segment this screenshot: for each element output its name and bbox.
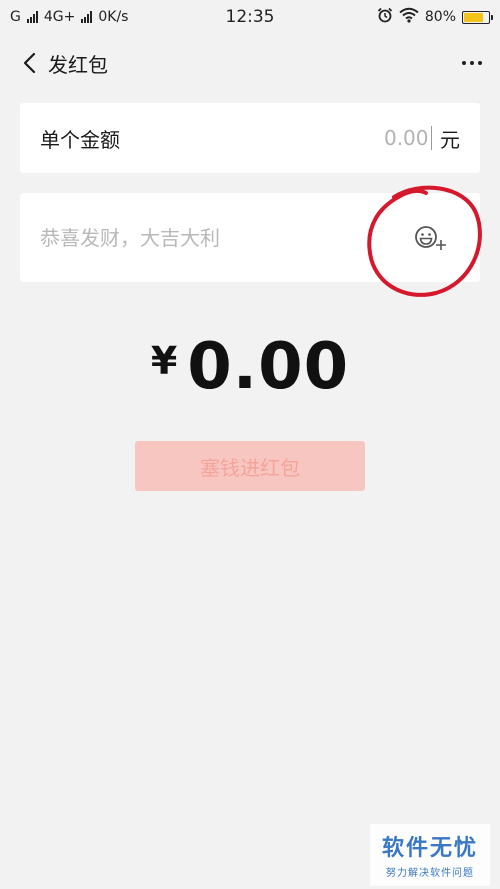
status-bar: G 4G+ 0K/s 12:35 80% xyxy=(0,0,500,34)
amount-input[interactable] xyxy=(308,126,429,150)
status-left: G 4G+ 0K/s xyxy=(10,9,128,25)
more-dots-icon[interactable] xyxy=(460,55,484,71)
page-title: 发红包 xyxy=(48,52,108,77)
carrier-label-1: G xyxy=(10,9,21,25)
currency-symbol: ¥ xyxy=(150,339,178,383)
greeting-input[interactable] xyxy=(40,225,410,250)
battery-icon xyxy=(462,10,493,24)
text-caret xyxy=(430,126,432,150)
watermark-title: 软件无忧 xyxy=(381,836,478,861)
nav-bar: 发红包 xyxy=(0,38,500,88)
network-speed: 0K/s xyxy=(98,9,129,25)
battery-percent: 80% xyxy=(424,9,456,25)
signal-icon xyxy=(26,11,38,23)
greeting-card xyxy=(20,193,480,282)
emoji-add-icon[interactable] xyxy=(410,218,450,258)
signal-icon-2 xyxy=(81,11,93,23)
amount-input-wrap: 元 xyxy=(308,124,460,153)
wifi-icon xyxy=(399,7,419,27)
carrier-label-2: 4G+ xyxy=(43,9,76,25)
put-money-button[interactable]: 塞钱进红包 xyxy=(135,441,365,491)
amount-unit: 元 xyxy=(440,127,460,152)
alarm-icon xyxy=(377,7,393,27)
total-value: 0.00 xyxy=(187,330,350,404)
status-right: 80% xyxy=(377,7,493,27)
amount-card: 单个金额 元 xyxy=(20,103,480,173)
amount-label: 单个金额 xyxy=(40,127,120,152)
chevron-left-icon[interactable] xyxy=(16,50,42,76)
watermark-logo: 软件无忧 努力解决软件问题 xyxy=(370,824,490,886)
watermark-subtitle: 努力解决软件问题 xyxy=(386,868,474,879)
battery-fill xyxy=(464,12,484,22)
total-amount: ¥0.00 xyxy=(0,330,500,404)
